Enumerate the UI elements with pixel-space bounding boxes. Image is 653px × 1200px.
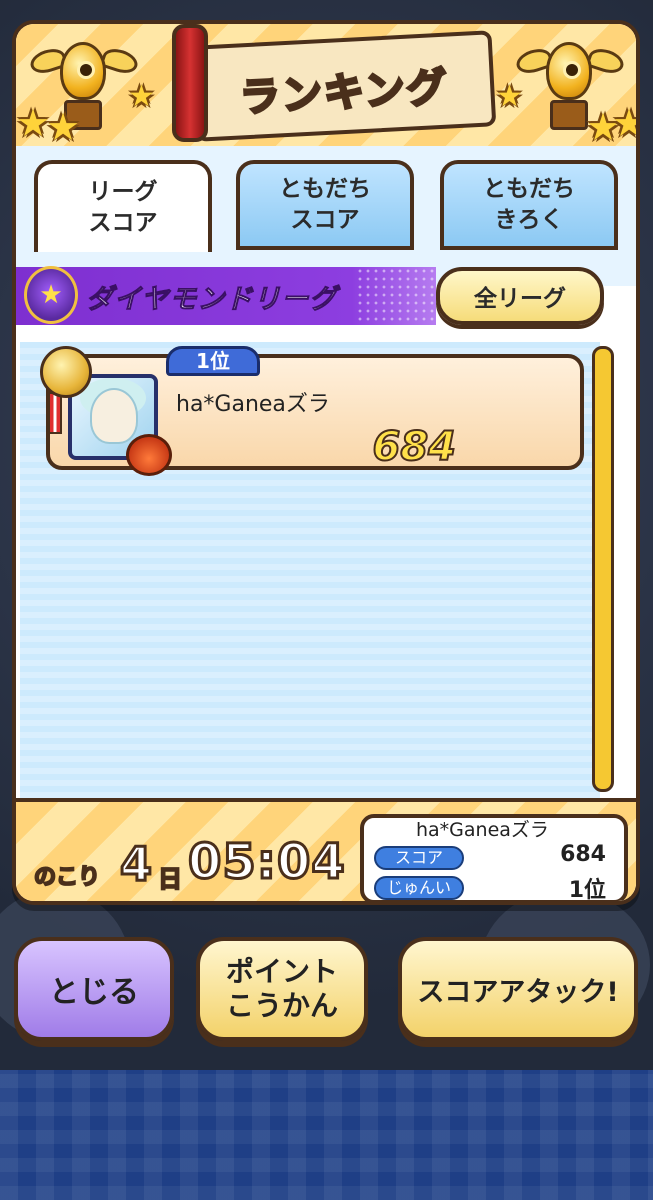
close-button[interactable]: とじる	[14, 937, 174, 1041]
background-pattern-bottom	[0, 1070, 653, 1200]
score-attack-button[interactable]: スコアアタック!	[398, 937, 638, 1041]
medal-ribbon-icon	[48, 392, 62, 434]
league-title: ダイヤモンドリーグ	[85, 284, 338, 316]
rank-badge: 1位	[166, 346, 260, 376]
avatar-face-icon	[90, 388, 138, 444]
star-icon: ★	[496, 79, 523, 114]
trophy-base-icon	[550, 100, 588, 130]
title-scroll: ランキング	[191, 30, 497, 142]
page-title: ランキング	[237, 63, 451, 123]
star-icon: ★	[612, 104, 636, 142]
points-exchange-button[interactable]: ポイント こうかん	[196, 937, 368, 1041]
star-icon: ★	[46, 105, 81, 149]
remaining-days: 4	[118, 836, 153, 893]
tab-league-score[interactable]: リーグ スコア	[34, 160, 212, 252]
remaining-label: のこり	[33, 864, 101, 891]
gold-medal-icon	[40, 346, 92, 398]
ranking-panel: ★ ★ ★ ★ ★ ★ ランキング リーグ スコア ともだち スコア ともだち …	[12, 20, 640, 905]
player-name: ha*Ganeaズラ	[176, 392, 330, 417]
diamond-league-emblem-icon: ★	[24, 266, 78, 324]
my-rank-value: 1位	[568, 878, 606, 903]
trophy-eye-icon	[77, 61, 95, 79]
trophy-cup-icon	[60, 42, 106, 100]
star-icon: ★	[128, 79, 155, 114]
ranking-list-scrollbar[interactable]	[592, 346, 614, 792]
rank-label-pill: じゅんい	[374, 876, 464, 900]
scroll-rod-left	[172, 24, 208, 142]
star-icon: ★	[16, 101, 51, 145]
score-label-pill: スコア	[374, 846, 464, 870]
tab-friends-records[interactable]: ともだち きろく	[440, 160, 618, 250]
buddy-character-icon	[126, 434, 172, 476]
trophy-eye-icon	[563, 61, 581, 79]
trophy-cup-icon	[546, 42, 592, 100]
my-score-value: 684	[560, 842, 606, 867]
remaining-time: 05:04	[187, 833, 347, 892]
remaining-days-unit: 日	[157, 864, 183, 894]
all-leagues-button[interactable]: 全リーグ	[436, 267, 604, 325]
player-score: 684	[372, 423, 458, 471]
my-name: ha*Ganeaズラ	[416, 819, 549, 841]
tab-friends-score[interactable]: ともだち スコア	[236, 160, 414, 250]
